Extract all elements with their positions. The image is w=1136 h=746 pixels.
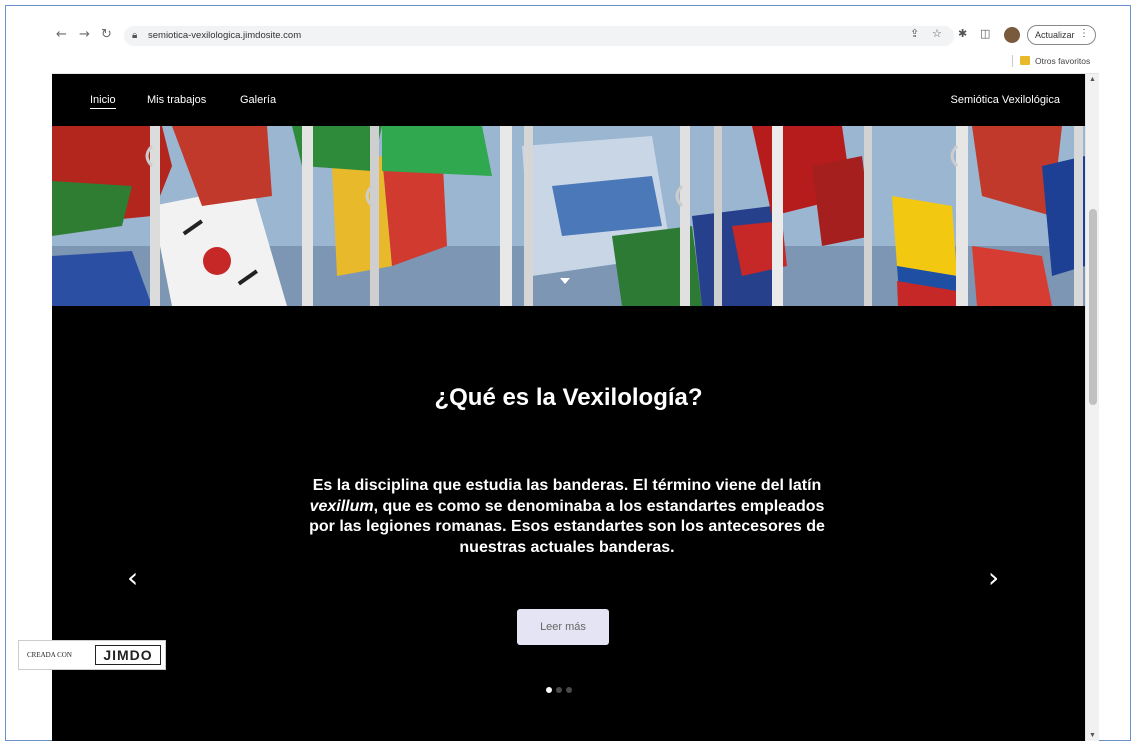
website-page: Inicio Mis trabajos Galería Semiótica Ve… [52, 74, 1085, 741]
nav-item-mis-trabajos[interactable]: Mis trabajos [147, 94, 206, 106]
slide-title: ¿Qué es la Vexilología? [434, 384, 703, 411]
url-text: semiotica-vexilologica.jimdosite.com [148, 30, 302, 41]
address-bar[interactable]: 🔒︎ semiotica-vexilologica.jimdosite.com [124, 26, 954, 46]
lock-icon: 🔒︎ [132, 30, 138, 41]
share-icon[interactable]: ⇪ [910, 27, 919, 40]
read-more-button[interactable]: Leer más [517, 609, 609, 645]
bookmarks-separator [1012, 55, 1013, 67]
jimdo-logo: JIMDO [95, 645, 161, 665]
browser-toolbar: ← → ↻ 🔒︎ semiotica-vexilologica.jimdosit… [52, 24, 1099, 74]
slider-dot[interactable] [556, 687, 562, 693]
nav-item-galeria[interactable]: Galería [240, 94, 276, 106]
chevron-right-icon[interactable]: › [988, 561, 999, 594]
hero-flags-image [52, 126, 1085, 306]
menu-dots-icon: ⋮ [1079, 28, 1089, 39]
jimdo-badge-caption: CREADA CON [27, 651, 72, 659]
nav-item-inicio[interactable]: Inicio [90, 94, 116, 109]
other-bookmarks[interactable]: Otros favoritos [1035, 56, 1090, 66]
site-navigation: Inicio Mis trabajos Galería Semiótica Ve… [52, 74, 1085, 126]
slider-dots [546, 680, 576, 698]
slider-section: ¿Qué es la Vexilología? Es la disciplina… [52, 306, 1085, 741]
page-scrollbar[interactable]: ▲ ▼ [1085, 74, 1099, 741]
profile-avatar[interactable] [1004, 27, 1020, 43]
folder-icon [1020, 56, 1030, 65]
jimdo-badge[interactable]: CREADA CON JIMDO [18, 640, 166, 670]
site-brand[interactable]: Semiótica Vexilológica [951, 94, 1060, 106]
slide-description: Es la disciplina que estudia las bandera… [297, 476, 837, 558]
chevron-left-icon[interactable]: ‹ [127, 561, 138, 594]
side-panel-icon[interactable]: ◫ [980, 27, 990, 40]
slide-text-end: , que es como se denominaba a los estand… [309, 497, 825, 556]
slide-text-start: Es la disciplina que estudia las bandera… [312, 477, 822, 494]
update-button-label: Actualizar [1035, 30, 1075, 40]
flags-illustration [52, 126, 1085, 306]
slider-dot[interactable] [546, 687, 552, 693]
slider-dot[interactable] [566, 687, 572, 693]
reload-icon[interactable]: ↻ [101, 27, 112, 42]
extensions-icon[interactable]: ✱ [958, 27, 967, 40]
update-button[interactable]: Actualizar ⋮ [1027, 25, 1096, 45]
forward-icon[interactable]: → [79, 27, 90, 42]
back-icon[interactable]: ← [56, 27, 67, 42]
scrollbar-thumb[interactable] [1089, 209, 1097, 405]
slide-text-italic: vexillum [309, 497, 374, 515]
scroll-up-icon[interactable]: ▲ [1089, 76, 1096, 83]
scroll-down-icon[interactable]: ▼ [1089, 732, 1096, 739]
bookmark-star-icon[interactable]: ☆ [932, 27, 942, 40]
